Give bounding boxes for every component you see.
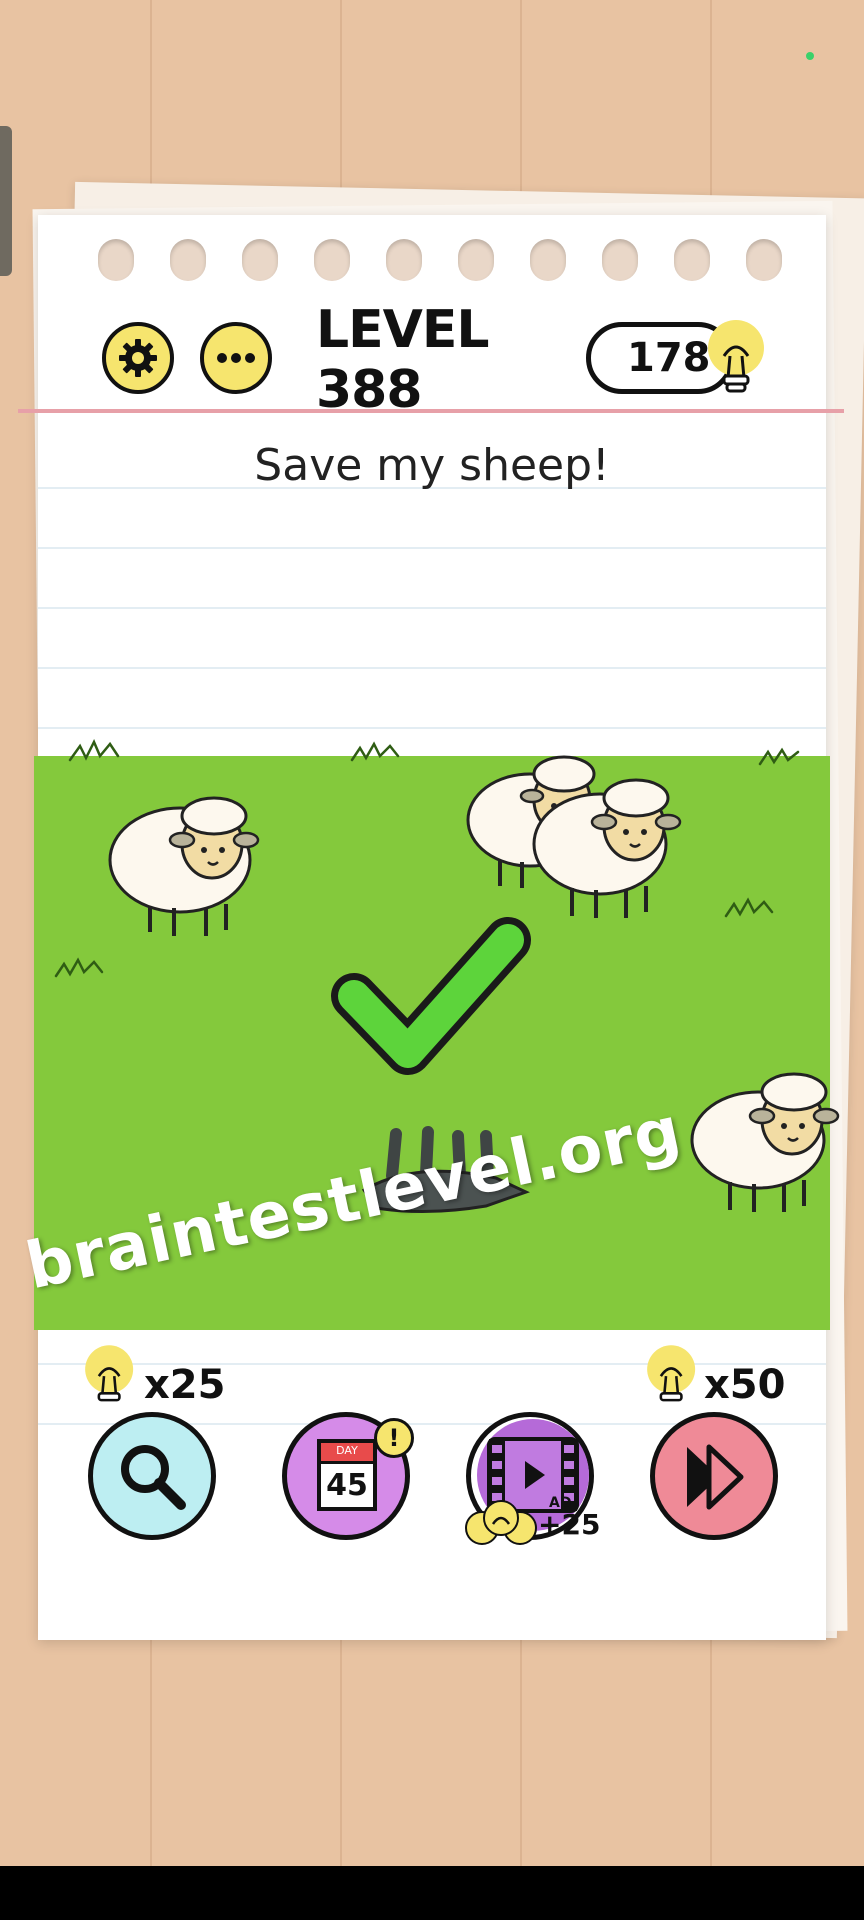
binder-hole — [746, 239, 782, 281]
notebook-line — [38, 547, 826, 549]
calendar-icon: DAY 45 — [317, 1439, 377, 1511]
notebook-line — [38, 667, 826, 669]
system-navigation-bar — [0, 1866, 864, 1920]
calendar-day-label: DAY — [321, 1443, 373, 1464]
status-indicator-dot — [806, 52, 814, 60]
search-icon — [121, 1445, 186, 1510]
grass-tuft — [350, 741, 400, 762]
gear-icon — [119, 339, 157, 377]
binder-hole — [314, 239, 350, 281]
sheep — [690, 1072, 840, 1212]
calendar-day-number: 45 — [326, 1468, 368, 1503]
level-title: LEVEL 388 — [316, 300, 490, 420]
grass-tuft — [758, 747, 800, 766]
ad-reward: +25 — [538, 1508, 601, 1541]
sheep — [108, 796, 260, 936]
binder-hole — [458, 239, 494, 281]
lightbulb-icon — [85, 1345, 134, 1402]
notebook-line — [38, 607, 826, 609]
question-text: Save my sheep! — [254, 440, 610, 491]
lightbulb-icon — [647, 1345, 696, 1402]
more-options-button[interactable] — [200, 322, 272, 394]
binder-hole — [674, 239, 710, 281]
grass-tuft — [68, 739, 120, 762]
binder-hole — [98, 239, 134, 281]
binder-hole — [170, 239, 206, 281]
search-hint-button[interactable] — [88, 1412, 216, 1540]
search-cost: x25 — [144, 1362, 226, 1408]
lightbulb-icon — [708, 320, 764, 393]
skip-cost: x50 — [704, 1362, 786, 1408]
binder-hole — [386, 239, 422, 281]
lightbulb-cluster-icon — [465, 1500, 537, 1545]
skip-level-button[interactable] — [650, 1412, 778, 1540]
grass-tuft — [54, 957, 104, 978]
settings-button[interactable] — [102, 322, 174, 394]
binder-hole — [242, 239, 278, 281]
side-panel-handle[interactable] — [0, 126, 12, 276]
daily-alert-badge: ! — [374, 1418, 414, 1458]
hint-count: 178 — [627, 335, 711, 381]
grass-tuft — [724, 897, 774, 918]
fast-forward-icon — [687, 1444, 744, 1510]
more-dots-icon — [217, 353, 255, 363]
game-screen: LEVEL 388 178 Save my sheep! x25 x50 DAY… — [0, 0, 864, 1920]
binder-hole — [602, 239, 638, 281]
binder-hole — [530, 239, 566, 281]
